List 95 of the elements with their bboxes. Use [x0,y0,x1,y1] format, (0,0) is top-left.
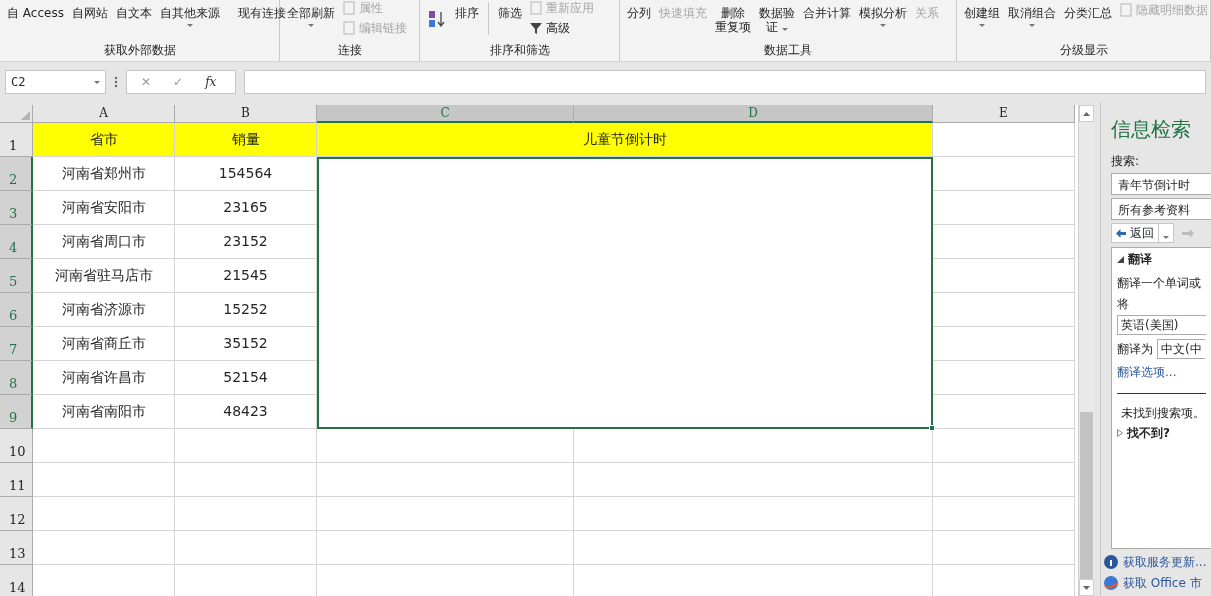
sort-icon [427,10,447,28]
scroll-down-button[interactable] [1079,579,1094,596]
ribbon-button[interactable]: 创建组 [961,0,1003,43]
table-cell: 52154 [175,361,317,395]
ribbon-button[interactable]: 删除 重复项 [712,0,754,43]
header-cell: 销量 [175,123,317,157]
section-title[interactable]: 翻译 [1128,250,1152,268]
from-label: 将 [1117,296,1130,313]
ribbon-small-button[interactable]: 高级 [527,20,596,36]
select-all-icon [21,111,30,120]
row-header[interactable]: 1 [0,123,33,157]
table-cell: 48423 [175,395,317,429]
table-cell: 河南省郑州市 [33,157,175,191]
service-updates-link[interactable]: 获取服务更新... [1123,553,1207,571]
options-link[interactable]: 翻译选项... [1117,363,1206,381]
expand-icon [1117,429,1123,437]
table-cell: 河南省许昌市 [33,361,175,395]
document-icon [342,21,356,35]
row-header[interactable]: 5 [0,259,33,293]
group-label: 分级显示 [1058,43,1109,59]
insert-function-button[interactable]: fx [205,73,217,91]
back-arrow-icon [1116,228,1126,238]
table-cell: 河南省南阳市 [33,395,175,429]
table-cell: 23152 [175,225,317,259]
ribbon-button[interactable]: 自文本 [112,0,155,43]
table-cell: 23165 [175,191,317,225]
down-arrow-icon [1083,585,1090,590]
row-header[interactable]: 11 [0,463,33,497]
row-header[interactable]: 7 [0,327,33,361]
row-header[interactable]: 12 [0,497,33,531]
ribbon-button[interactable]: 排序 [452,0,482,43]
group-label: 排序和筛选 [488,43,551,59]
scrollbar-thumb[interactable] [1080,412,1093,579]
selected-range[interactable] [317,157,933,429]
ribbon-button[interactable]: 分类汇总 [1061,0,1115,43]
globe-icon [1103,575,1119,591]
source-dropdown[interactable]: 所有参考资料 [1111,198,1211,220]
column-header[interactable]: E [933,105,1075,123]
row-header[interactable]: 6 [0,293,33,327]
table-cell: 河南省周口市 [33,225,175,259]
ribbon-button[interactable]: 自其他来源 [156,0,223,43]
document-icon [529,1,543,15]
ribbon-button[interactable]: 自 Access [4,0,67,43]
column-header[interactable]: B [175,105,317,123]
to-label: 翻译为 [1117,341,1153,358]
ribbon-button[interactable]: 筛选 [495,0,525,43]
document-icon [342,1,356,15]
info-icon [1103,554,1119,570]
ribbon-button[interactable]: 模拟分析 [856,0,910,43]
filter-icon [529,21,543,35]
formula-input[interactable] [244,70,1206,94]
ribbon-button[interactable]: 取消组合 [1005,0,1059,43]
row-header[interactable]: 4 [0,225,33,259]
group-label: 获取外部数据 [102,43,177,59]
table-cell: 河南省安阳市 [33,191,175,225]
name-box[interactable]: C2 [5,70,106,94]
back-button[interactable]: 返回 [1111,223,1159,243]
table-cell: 21545 [175,259,317,293]
table-cell: 河南省商丘市 [33,327,175,361]
description-text: 翻译一个单词或 [1117,275,1202,292]
search-label: 搜索: [1111,153,1141,170]
to-language-dropdown[interactable]: 中文(中 [1157,339,1205,359]
column-header[interactable]: A [33,105,175,123]
ribbon-button[interactable]: 合并计算 [800,0,854,43]
fill-handle[interactable] [929,425,935,431]
scroll-up-button[interactable] [1079,105,1094,122]
ribbon-button[interactable]: 数据验 证 [756,0,798,43]
row-header[interactable]: 13 [0,531,33,565]
document-icon [1119,3,1133,17]
row-header[interactable]: 8 [0,361,33,395]
group-label: 连接 [336,43,363,59]
table-cell: 河南省驻马店市 [33,259,175,293]
ribbon-button[interactable]: 分列 [624,0,654,43]
more-icon [114,76,118,88]
header-cell: 省市 [33,123,175,157]
search-field[interactable]: 青年节倒计时 [1111,173,1211,195]
status-text: 未找到搜索项。 [1120,405,1206,422]
row-header[interactable]: 3 [0,191,33,225]
table-cell: 15252 [175,293,317,327]
help-toggle[interactable]: 找不到? [1127,424,1170,442]
ribbon-button[interactable]: 自网站 [68,0,111,43]
pane-title: 信息检索 [1111,116,1192,143]
row-header[interactable]: 14 [0,565,33,596]
forward-arrow-icon [1182,228,1194,238]
merged-header-cell: 儿童节倒计时 [317,123,933,157]
row-header[interactable]: 2 [0,157,33,191]
group-label: 数据工具 [763,43,813,59]
up-arrow-icon [1083,111,1090,116]
column-header[interactable]: C [317,105,574,123]
table-cell: 35152 [175,327,317,361]
from-language-dropdown[interactable]: 英语(美国) [1117,315,1206,335]
table-cell: 河南省济源市 [33,293,175,327]
row-header[interactable]: 9 [0,395,33,429]
row-header[interactable]: 10 [0,429,33,463]
office-store-link[interactable]: 获取 Office 市 [1123,574,1202,592]
